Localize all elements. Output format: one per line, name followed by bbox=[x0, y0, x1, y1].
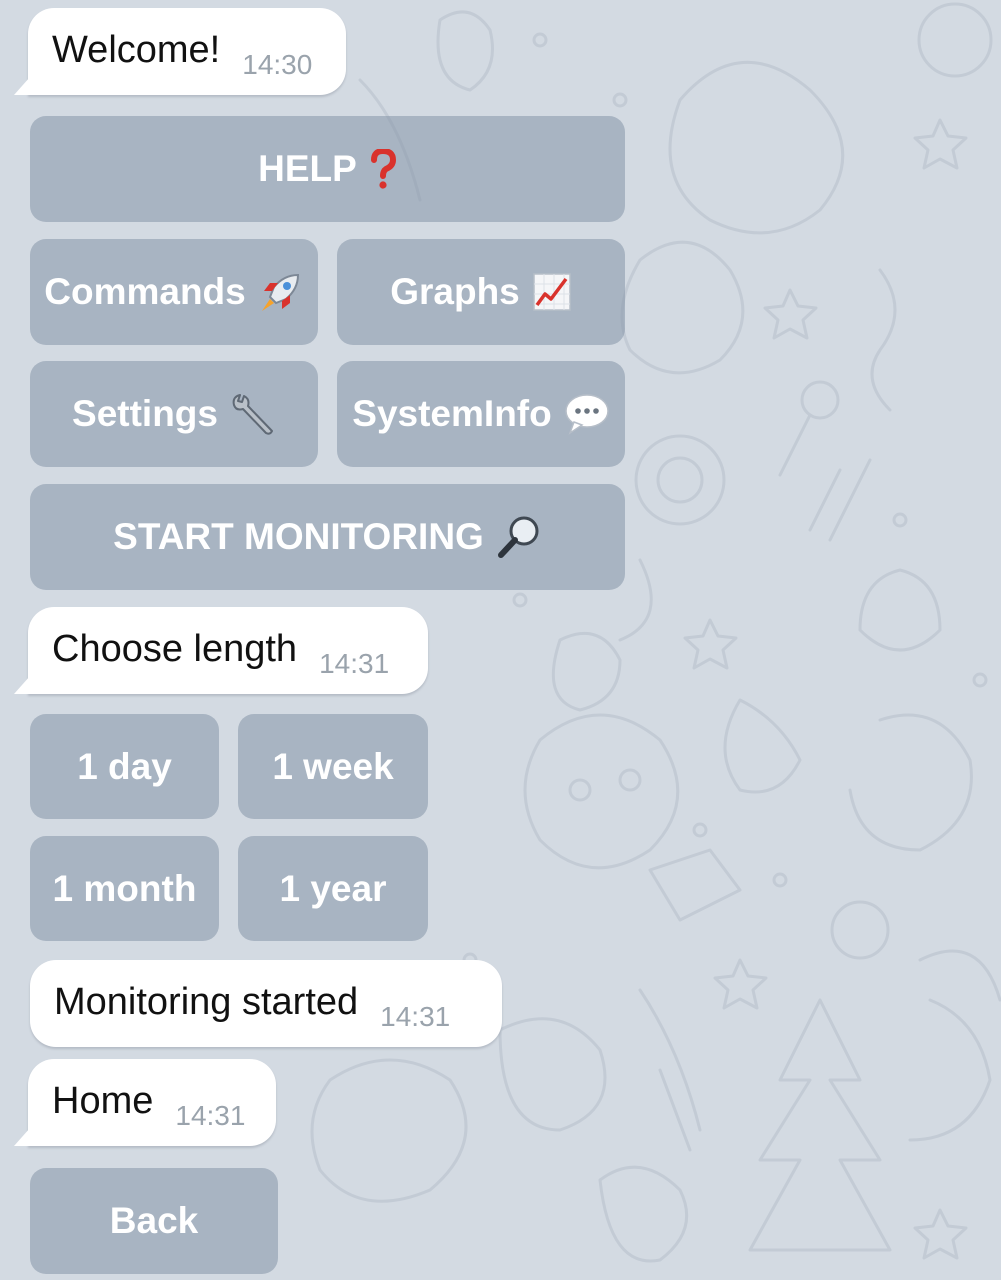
one-year-button[interactable]: 1 year bbox=[238, 836, 428, 941]
graphs-button[interactable]: Graphs bbox=[337, 239, 625, 345]
start-monitoring-button-label: START MONITORING bbox=[113, 516, 484, 557]
one-day-button-label: 1 day bbox=[77, 745, 172, 787]
message-monitoring-started: Monitoring started 14:31 bbox=[30, 960, 502, 1047]
help-button[interactable]: HELP bbox=[30, 116, 625, 222]
settings-button[interactable]: Settings bbox=[30, 361, 318, 467]
start-monitoring-button[interactable]: START MONITORING bbox=[30, 484, 625, 590]
message-home: Home 14:31 bbox=[28, 1059, 276, 1146]
back-button-label: Back bbox=[109, 1200, 199, 1241]
message-time: 14:31 bbox=[175, 1100, 246, 1131]
chart-increasing-icon bbox=[532, 272, 572, 312]
systeminfo-button[interactable]: SystemInfo bbox=[337, 361, 625, 467]
message-text: Welcome! bbox=[52, 29, 221, 71]
chat-area: Welcome! 14:30 HELP Commands Graphs Sett… bbox=[0, 0, 1001, 1280]
rocket-icon bbox=[258, 269, 304, 315]
message-time: 14:31 bbox=[380, 1001, 451, 1032]
message-welcome: Welcome! 14:30 bbox=[28, 8, 346, 95]
one-year-button-label: 1 year bbox=[279, 867, 387, 909]
one-month-button-label: 1 month bbox=[52, 867, 197, 909]
one-week-button[interactable]: 1 week bbox=[238, 714, 428, 819]
wrench-icon bbox=[230, 391, 276, 437]
one-week-button-label: 1 week bbox=[272, 745, 394, 787]
one-month-button[interactable]: 1 month bbox=[30, 836, 219, 941]
message-choose-length: Choose length 14:31 bbox=[28, 607, 428, 694]
commands-button[interactable]: Commands bbox=[30, 239, 318, 345]
magnifying-glass-icon bbox=[496, 514, 542, 560]
systeminfo-button-label: SystemInfo bbox=[352, 393, 552, 434]
message-text: Home bbox=[52, 1080, 154, 1122]
commands-button-label: Commands bbox=[44, 271, 246, 312]
message-time: 14:30 bbox=[242, 49, 313, 80]
help-button-label: HELP bbox=[258, 148, 357, 189]
message-text: Monitoring started bbox=[54, 981, 359, 1023]
back-button[interactable]: Back bbox=[30, 1168, 278, 1274]
one-day-button[interactable]: 1 day bbox=[30, 714, 219, 819]
speech-bubble-icon bbox=[564, 393, 610, 435]
red-question-mark-icon bbox=[369, 149, 397, 189]
message-text: Choose length bbox=[52, 628, 298, 670]
settings-button-label: Settings bbox=[72, 393, 218, 434]
graphs-button-label: Graphs bbox=[390, 271, 520, 312]
message-time: 14:31 bbox=[319, 648, 390, 679]
